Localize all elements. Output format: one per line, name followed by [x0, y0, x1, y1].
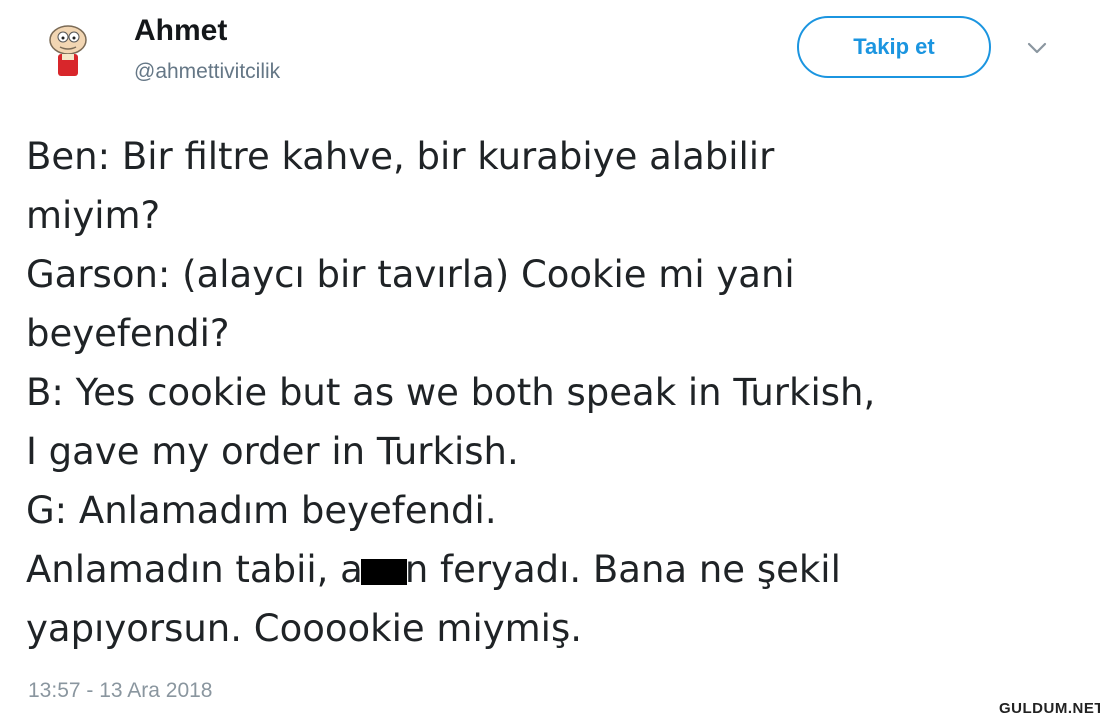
censor-bar: [360, 558, 407, 585]
tweet-line: B: Yes cookie but as we both speak in Tu…: [26, 371, 876, 414]
watermark: GULDUM.NET: [999, 700, 1100, 717]
avatar[interactable]: [36, 18, 100, 82]
tweet-line: yapıyorsun. Cooookie miymiş.: [26, 607, 582, 650]
display-name[interactable]: Ahmet: [134, 14, 227, 48]
censored-line-start: Anlamadın tabii, a: [26, 548, 363, 591]
tweet-line: I gave my order in Turkish.: [26, 430, 519, 473]
follow-button[interactable]: Takip et: [797, 16, 991, 78]
tweet-line-censored: Anlamadın tabii, a n feryadı. Bana ne şek…: [26, 540, 1086, 599]
censored-line-end: n feryadı. Bana ne şekil: [404, 548, 841, 591]
tweet-line: miyim?: [26, 194, 161, 237]
tweet-timestamp[interactable]: 13:57 - 13 Ara 2018: [28, 679, 212, 703]
tweet-line: Ben: Bir filtre kahve, bir kurabiye alab…: [26, 135, 775, 178]
chevron-down-icon[interactable]: [1026, 40, 1048, 56]
tweet-line: Garson: (alaycı bir tavırla) Cookie mi y…: [26, 253, 795, 296]
tweet-line: G: Anlamadım beyefendi.: [26, 489, 497, 532]
tweet-text: Ben: Bir filtre kahve, bir kurabiye alab…: [26, 127, 1086, 658]
user-handle[interactable]: @ahmettivitcilik: [134, 60, 280, 84]
tweet-line: beyefendi?: [26, 312, 230, 355]
